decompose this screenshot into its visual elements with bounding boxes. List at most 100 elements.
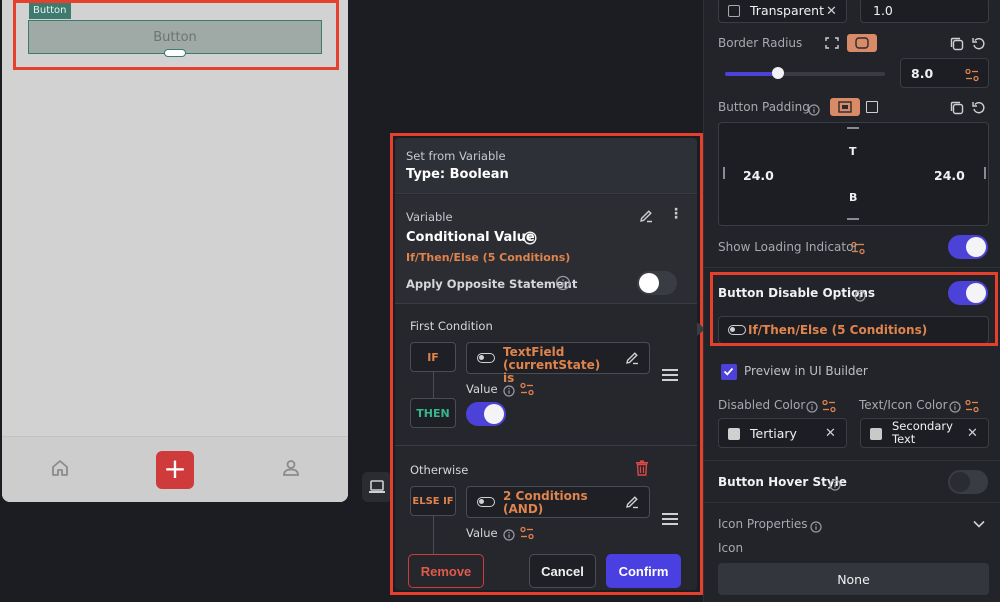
- padding-right-value[interactable]: 24.0: [934, 168, 965, 183]
- border-radius-value: 8.0: [911, 66, 934, 81]
- border-radius-slider[interactable]: [725, 67, 885, 79]
- show-loading-toggle[interactable]: [948, 235, 988, 259]
- slider-knob[interactable]: [771, 67, 784, 79]
- trash-icon[interactable]: [635, 460, 649, 480]
- close-icon[interactable]: ✕: [826, 4, 837, 19]
- set-from-variable-popover: Set from Variable Type: Boolean Variable…: [395, 138, 697, 590]
- disabled-color-field[interactable]: Tertiary ✕: [718, 418, 847, 448]
- close-icon[interactable]: ✕: [825, 426, 836, 441]
- value-label: Value: [466, 382, 498, 396]
- text-icon-color-field[interactable]: Secondary Text ✕: [860, 418, 989, 448]
- then-value-toggle[interactable]: [466, 402, 506, 426]
- person-icon[interactable]: [281, 458, 301, 481]
- info-icon[interactable]: [949, 398, 961, 417]
- disabled-color-label: Disabled Color: [718, 398, 806, 412]
- variable-name: Conditional Value: [406, 230, 535, 245]
- padding-handle-bottom[interactable]: [847, 218, 859, 220]
- edit-icon[interactable]: [624, 494, 640, 514]
- border-radius-input[interactable]: 8.0: [900, 58, 989, 88]
- icon-properties-label: Icon Properties: [718, 517, 808, 531]
- else-condition-text: 2 Conditions (AND): [503, 489, 588, 516]
- otherwise-title: Otherwise: [410, 463, 469, 477]
- laptop-icon[interactable]: [362, 472, 392, 502]
- variable-settings-icon[interactable]: [965, 398, 979, 417]
- info-icon[interactable]: [503, 382, 515, 401]
- show-loading-label: Show Loading Indicator: [718, 240, 859, 254]
- padding-separate-icon[interactable]: [866, 101, 878, 113]
- color-swatch: [870, 428, 882, 440]
- if-condition-field[interactable]: TextField (currentState) is: [466, 342, 650, 385]
- padding-uniform-icon[interactable]: [830, 98, 860, 116]
- opacity-field[interactable]: 1.0: [860, 0, 989, 23]
- divider: [704, 460, 1000, 461]
- divider: [704, 502, 1000, 503]
- drag-handle-icon[interactable]: [662, 513, 678, 525]
- info-icon[interactable]: [523, 230, 537, 249]
- connector-line: [433, 516, 434, 556]
- else-if-tag: ELSE IF: [410, 486, 456, 516]
- first-condition-section: First Condition IF THEN TextField (curre…: [395, 305, 697, 446]
- transparent-label: Transparent: [750, 3, 825, 18]
- transparent-checkbox[interactable]: [728, 5, 740, 17]
- info-icon[interactable]: [810, 518, 822, 537]
- hover-style-toggle[interactable]: [948, 470, 988, 494]
- variable-settings-icon[interactable]: [822, 398, 836, 417]
- corners-uniform-icon[interactable]: [847, 34, 877, 52]
- cancel-button[interactable]: Cancel: [529, 554, 596, 588]
- else-condition-field[interactable]: 2 Conditions (AND): [466, 486, 650, 518]
- reset-icon[interactable]: [971, 100, 987, 120]
- variable-label: Variable: [406, 210, 453, 224]
- padding-left-value[interactable]: 24.0: [743, 168, 774, 183]
- disabled-color-value: Tertiary: [750, 426, 797, 441]
- corners-separate-icon[interactable]: [821, 34, 843, 52]
- variable-settings-icon[interactable]: [520, 381, 534, 400]
- resize-handle[interactable]: [164, 49, 186, 57]
- padding-handle-left[interactable]: [723, 167, 725, 179]
- edit-icon[interactable]: [638, 208, 654, 227]
- popover-header: Set from Variable Type: Boolean: [395, 138, 697, 194]
- slider-fill: [725, 72, 778, 76]
- button-padding-label: Button Padding: [718, 100, 810, 114]
- connector-line: [433, 372, 434, 398]
- confirm-button[interactable]: Confirm: [606, 554, 681, 588]
- icon-select-button[interactable]: None: [718, 563, 989, 595]
- more-icon[interactable]: ⋮: [669, 207, 683, 221]
- padding-top-label: T: [849, 145, 857, 158]
- chevron-down-icon[interactable]: [972, 516, 986, 535]
- copy-icon[interactable]: [949, 100, 965, 120]
- if-condition-text: TextField (currentState) is: [503, 345, 601, 385]
- close-icon[interactable]: ✕: [967, 426, 978, 441]
- divider: [704, 267, 1000, 268]
- info-icon[interactable]: [829, 476, 841, 495]
- apply-opposite-toggle[interactable]: [637, 271, 677, 295]
- info-icon[interactable]: [806, 398, 818, 417]
- apply-opposite-label: Apply Opposite Statement: [406, 277, 578, 291]
- disable-options-highlight: [710, 272, 998, 346]
- preview-checkbox[interactable]: [721, 364, 737, 380]
- variable-settings-icon[interactable]: [520, 525, 534, 544]
- drag-handle-icon[interactable]: [662, 369, 678, 381]
- copy-icon[interactable]: [949, 36, 965, 56]
- reset-icon[interactable]: [971, 36, 987, 56]
- info-icon[interactable]: [555, 275, 571, 295]
- plus-icon[interactable]: +: [156, 451, 194, 489]
- border-radius-label: Border Radius: [718, 36, 803, 50]
- info-icon[interactable]: [503, 526, 515, 545]
- variable-settings-icon[interactable]: [965, 67, 979, 86]
- preview-label: Preview in UI Builder: [744, 364, 868, 378]
- popover-subtitle: Set from Variable: [406, 149, 506, 163]
- opacity-value: 1.0: [873, 3, 893, 18]
- text-icon-color-value: Secondary Text: [892, 419, 953, 446]
- fill-color-field[interactable]: Transparent ✕: [718, 0, 847, 23]
- padding-handle-top[interactable]: [847, 127, 859, 129]
- info-icon[interactable]: [808, 101, 820, 120]
- color-swatch: [728, 428, 740, 440]
- home-icon[interactable]: [50, 458, 70, 481]
- padding-handle-right[interactable]: [984, 167, 986, 179]
- edit-icon[interactable]: [624, 350, 640, 370]
- popover-title: Type: Boolean: [406, 167, 509, 182]
- remove-button[interactable]: Remove: [408, 554, 484, 588]
- variable-settings-icon[interactable]: [851, 240, 865, 259]
- variable-section: Variable ⋮ Conditional Value If/Then/Els…: [395, 195, 697, 304]
- hover-style-label: Button Hover Style: [718, 475, 847, 489]
